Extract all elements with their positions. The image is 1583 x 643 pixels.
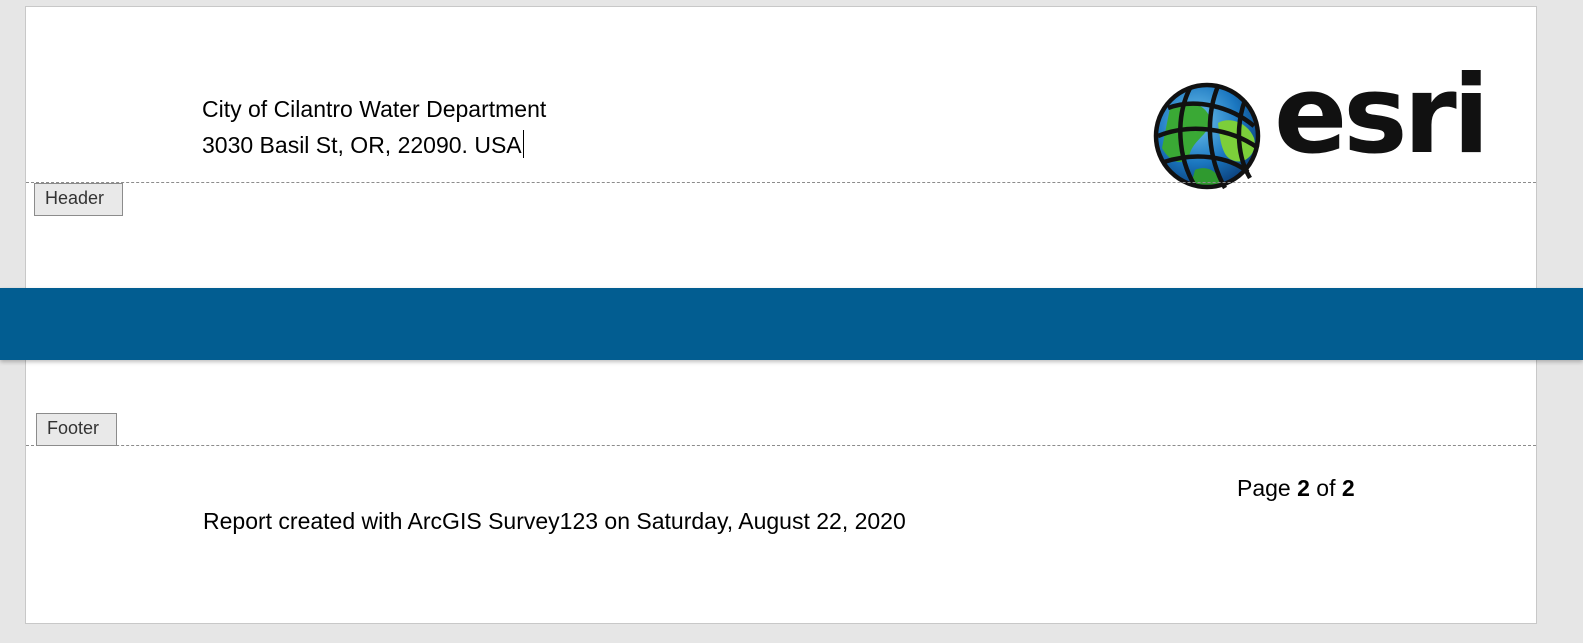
- page-prefix: Page: [1237, 475, 1291, 501]
- header-organization-name[interactable]: City of Cilantro Water Department: [202, 96, 546, 123]
- page-current: 2: [1297, 475, 1310, 501]
- header-address-line[interactable]: 3030 Basil St, OR, 22090. USA: [202, 130, 524, 159]
- page-number[interactable]: Page 2 of 2: [1237, 475, 1355, 502]
- esri-wordmark: esri: [1274, 53, 1490, 178]
- footer-boundary-line: [26, 445, 1536, 446]
- page-separator-band: [0, 288, 1583, 360]
- page-of: of: [1316, 475, 1336, 501]
- header-label-tag[interactable]: Header: [34, 183, 123, 216]
- footer-label-tag[interactable]: Footer: [36, 413, 117, 446]
- report-created-text[interactable]: Report created with ArcGIS Survey123 on …: [203, 508, 906, 535]
- globe-icon: [1153, 82, 1261, 190]
- esri-logo[interactable]: esri: [1150, 62, 1490, 192]
- page-total: 2: [1341, 475, 1355, 501]
- text-cursor: [522, 130, 524, 158]
- header-boundary-line: [26, 182, 1536, 183]
- header-address-text[interactable]: 3030 Basil St, OR, 22090. USA: [202, 132, 522, 158]
